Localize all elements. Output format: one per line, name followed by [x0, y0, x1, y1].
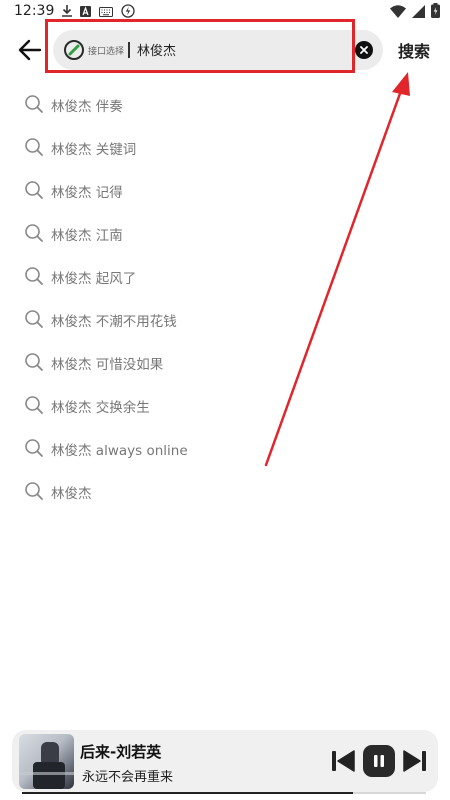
suggestion-text: 林俊杰 关键词 — [51, 142, 137, 158]
list-item[interactable]: 林俊杰 江南 — [0, 211, 450, 254]
playback-progress[interactable] — [22, 792, 426, 794]
suggestion-text: 林俊杰 always online — [51, 443, 188, 459]
arrow-left-icon — [18, 39, 42, 61]
search-icon — [25, 95, 43, 113]
suggestion-text: 林俊杰 伴奏 — [51, 99, 123, 115]
list-item[interactable]: 林俊杰 不潮不用花钱 — [0, 297, 450, 340]
list-item[interactable]: 林俊杰 always online — [0, 426, 450, 469]
close-icon — [360, 46, 368, 54]
album-art-image — [19, 742, 74, 789]
status-time: 12:39 — [14, 3, 55, 19]
app-a-icon — [80, 5, 91, 20]
search-icon — [25, 396, 43, 414]
suggestion-text: 林俊杰 不潮不用花钱 — [51, 314, 177, 330]
suggestion-text: 林俊杰 起风了 — [51, 271, 137, 287]
pause-icon — [374, 755, 384, 767]
link-icon — [64, 40, 84, 60]
battery-icon — [431, 3, 440, 22]
list-item[interactable]: 林俊杰 交换余生 — [0, 383, 450, 426]
list-item[interactable]: 林俊杰 可惜没如果 — [0, 340, 450, 383]
suggestion-text: 林俊杰 记得 — [51, 185, 123, 201]
search-icon — [25, 138, 43, 156]
search-icon — [25, 267, 43, 285]
pause-button[interactable] — [363, 745, 395, 777]
search-box[interactable]: 接口选择 林俊杰 — [53, 30, 383, 70]
search-icon — [25, 224, 43, 242]
search-icon — [25, 310, 43, 328]
wifi-icon — [390, 3, 406, 22]
search-button[interactable]: 搜索 — [398, 38, 430, 62]
album-art[interactable] — [19, 734, 74, 789]
status-bar: 12:39 — [0, 0, 450, 24]
suggestion-list: 林俊杰 伴奏 林俊杰 关键词 林俊杰 记得 林俊杰 江南 林俊杰 起风了 林俊杰… — [0, 82, 450, 512]
clear-button[interactable] — [355, 41, 373, 59]
download-icon — [62, 5, 72, 20]
text-cursor — [128, 42, 130, 58]
signal-icon — [412, 3, 425, 22]
suggestion-text: 林俊杰 交换余生 — [51, 400, 150, 416]
playback-progress-fill — [22, 792, 354, 794]
next-button[interactable] — [402, 748, 428, 774]
system-icons — [390, 3, 440, 22]
song-title: 后来-刘若英 — [80, 743, 162, 761]
suggestion-text: 林俊杰 — [51, 486, 92, 502]
suggestion-text: 林俊杰 可惜没如果 — [51, 357, 164, 373]
keyboard-icon — [99, 6, 113, 20]
suggestion-text: 林俊杰 江南 — [51, 228, 123, 244]
previous-button[interactable] — [330, 748, 356, 774]
list-item[interactable]: 林俊杰 伴奏 — [0, 82, 450, 125]
song-subtitle: 永远不会再重来 — [82, 770, 174, 785]
list-item[interactable]: 林俊杰 记得 — [0, 168, 450, 211]
search-icon — [25, 482, 43, 500]
skip-next-icon — [403, 750, 426, 772]
search-input[interactable]: 林俊杰 — [137, 40, 176, 59]
power-saving-icon — [121, 4, 135, 21]
search-icon — [25, 181, 43, 199]
mini-player[interactable]: 后来-刘若英 永远不会再重来 — [12, 730, 438, 792]
list-item[interactable]: 林俊杰 起风了 — [0, 254, 450, 297]
list-item[interactable]: 林俊杰 关键词 — [0, 125, 450, 168]
search-icon — [25, 353, 43, 371]
api-select-label: 接口选择 — [88, 46, 125, 57]
skip-previous-icon — [332, 750, 355, 772]
back-button[interactable] — [14, 34, 46, 66]
search-icon — [25, 439, 43, 457]
list-item[interactable]: 林俊杰 — [0, 469, 450, 512]
api-select-chip[interactable]: 接口选择 — [63, 38, 124, 62]
notification-icons — [62, 4, 135, 21]
